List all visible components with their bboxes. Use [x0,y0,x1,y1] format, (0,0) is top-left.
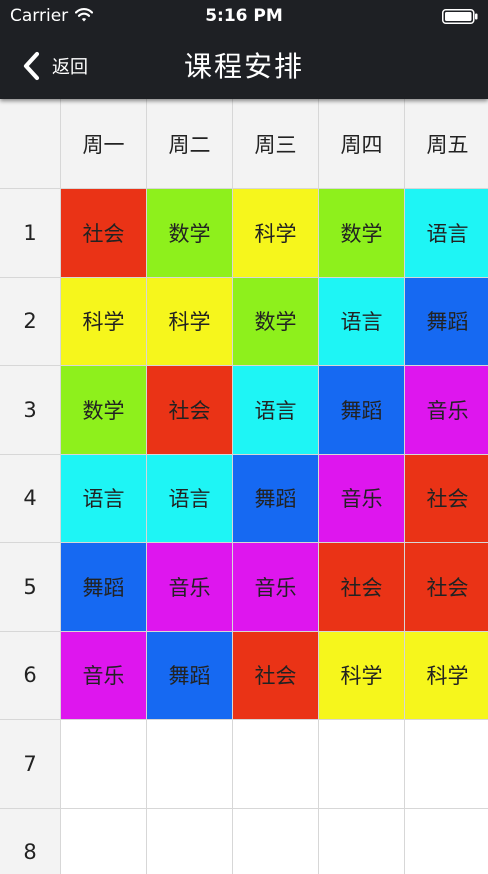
period-label: 7 [0,720,60,808]
day-header: 周五 [405,99,488,188]
class-cell[interactable]: 语言 [61,454,146,542]
corner-cell [0,99,60,188]
empty-cell[interactable] [61,808,146,874]
empty-cell[interactable] [405,720,488,808]
period-label: 5 [0,543,60,631]
status-time: 5:16 PM [205,6,283,26]
empty-cell[interactable] [61,720,146,808]
class-cell[interactable]: 科学 [405,631,488,719]
class-cell[interactable]: 语言 [319,277,404,365]
empty-cell[interactable] [319,808,404,874]
class-cell[interactable]: 数学 [319,189,404,277]
class-cell[interactable]: 社会 [405,454,488,542]
class-cell[interactable]: 数学 [147,189,232,277]
class-cell[interactable]: 社会 [61,189,146,277]
class-cell[interactable]: 音乐 [147,543,232,631]
page-title: 课程安排 [183,50,304,83]
period-label: 2 [0,277,60,365]
class-cell[interactable]: 科学 [61,277,146,365]
empty-cell[interactable] [233,720,318,808]
class-cell[interactable]: 社会 [233,631,318,719]
class-cell[interactable]: 舞蹈 [233,454,318,542]
class-cell[interactable]: 数学 [61,366,146,454]
empty-cell[interactable] [147,720,232,808]
empty-cell[interactable] [319,720,404,808]
class-cell[interactable]: 社会 [405,543,488,631]
period-label: 8 [0,808,60,874]
period-label: 4 [0,454,60,542]
empty-cell[interactable] [233,808,318,874]
battery-icon [442,9,478,24]
empty-cell[interactable] [405,808,488,874]
class-cell[interactable]: 音乐 [233,543,318,631]
class-cell[interactable]: 舞蹈 [405,277,488,365]
class-cell[interactable]: 科学 [319,631,404,719]
period-label: 3 [0,366,60,454]
day-header: 周三 [233,99,318,188]
period-label: 1 [0,189,60,277]
class-cell[interactable]: 舞蹈 [147,631,232,719]
class-cell[interactable]: 科学 [147,277,232,365]
class-cell[interactable]: 舞蹈 [61,543,146,631]
status-bar: Carrier 5:16 PM [0,0,488,33]
app-header: Carrier 5:16 PM 返回 课程安排 [0,0,488,99]
navigation-bar: 返回 课程安排 [0,33,488,99]
class-cell[interactable]: 语言 [405,189,488,277]
class-cell[interactable]: 数学 [233,277,318,365]
class-cell[interactable]: 社会 [319,543,404,631]
empty-cell[interactable] [147,808,232,874]
class-cell[interactable]: 音乐 [61,631,146,719]
class-cell[interactable]: 音乐 [319,454,404,542]
day-header: 周一 [61,99,146,188]
class-cell[interactable]: 音乐 [405,366,488,454]
period-label: 6 [0,631,60,719]
class-cell[interactable]: 社会 [147,366,232,454]
class-cell[interactable]: 语言 [147,454,232,542]
class-cell[interactable]: 科学 [233,189,318,277]
day-header: 周四 [319,99,404,188]
day-header: 周二 [147,99,232,188]
timetable-grid: 周一 周二 周三 周四 周五 1 社会 数学 科学 数学 语言 2 科学 科学 数学 语言 舞蹈 3 数学 社会 语言舞… [0,99,488,874]
class-cell[interactable]: 语言 [233,366,318,454]
class-cell[interactable]: 舞蹈 [319,366,404,454]
